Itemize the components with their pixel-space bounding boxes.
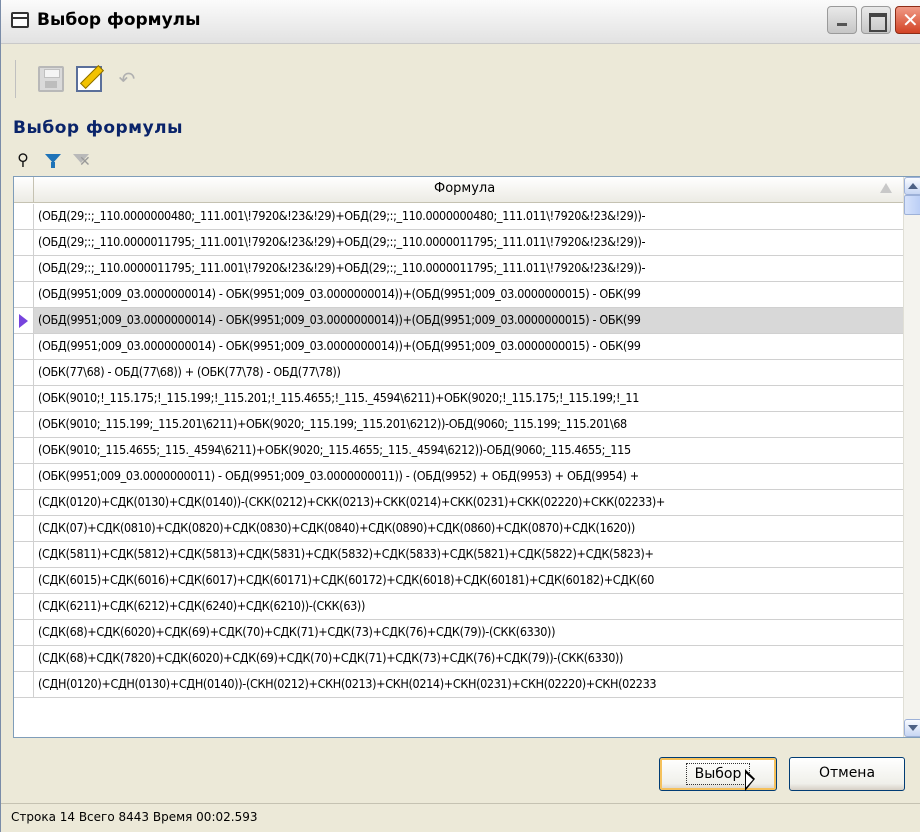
- table-row[interactable]: (ОБД(29;:;_110.0000011795;_111.001\!7920…: [14, 256, 903, 282]
- window-title: Выбор формулы: [37, 10, 201, 30]
- toolbar: ↶: [15, 60, 919, 98]
- row-indicator[interactable]: [14, 438, 34, 463]
- formula-select-window: Выбор формулы ✕ ↶ Выбор формулы ⚲ Формул…: [0, 0, 920, 832]
- formula-cell[interactable]: (СДК(07)+СДК(0810)+СДК(0820)+СДК(0830)+С…: [38, 520, 635, 535]
- undo-icon[interactable]: ↶: [114, 66, 140, 92]
- select-button-label: Выбор: [685, 763, 751, 785]
- row-indicator[interactable]: [14, 256, 34, 281]
- row-indicator[interactable]: [14, 308, 34, 333]
- formula-cell[interactable]: (СДК(68)+СДК(6020)+СДК(69)+СДК(70)+СДК(7…: [38, 624, 555, 639]
- row-indicator[interactable]: [14, 360, 34, 385]
- save-icon[interactable]: [38, 66, 64, 92]
- current-row-arrow-icon: [19, 314, 28, 328]
- edit-icon[interactable]: [76, 66, 102, 92]
- row-indicator[interactable]: [14, 204, 34, 229]
- formula-cell[interactable]: (ОБД(29;:;_110.0000011795;_111.001\!7920…: [38, 234, 646, 249]
- formula-cell[interactable]: (ОБК(9010;_115.4655;_115._4594\6211)+ОБК…: [38, 442, 631, 457]
- row-indicator[interactable]: [14, 490, 34, 515]
- formula-cell[interactable]: (СДК(0120)+СДК(0130)+СДК(0140))-(СКК(021…: [38, 494, 665, 509]
- formula-cell[interactable]: (СДК(5811)+СДК(5812)+СДК(5813)+СДК(5831)…: [38, 546, 654, 561]
- status-bar: Строка 14 Всего 8443 Время 00:02.593: [1, 803, 920, 832]
- row-indicator[interactable]: [14, 542, 34, 567]
- row-indicator[interactable]: [14, 594, 34, 619]
- row-indicator[interactable]: [14, 230, 34, 255]
- column-header-formula[interactable]: Формула: [434, 181, 495, 196]
- table-row[interactable]: (СДН(0120)+СДН(0130)+СДН(0140))-(СКН(021…: [14, 672, 903, 698]
- formula-cell[interactable]: (ОБД(29;:;_110.0000011795;_111.001\!7920…: [38, 260, 646, 275]
- vertical-scrollbar[interactable]: [903, 177, 920, 737]
- row-indicator[interactable]: [14, 464, 34, 489]
- formula-cell[interactable]: (СДН(0120)+СДН(0130)+СДН(0140))-(СКН(021…: [38, 676, 657, 691]
- scroll-down-button[interactable]: [904, 719, 920, 737]
- table-row[interactable]: (СДК(07)+СДК(0810)+СДК(0820)+СДК(0830)+С…: [14, 516, 903, 542]
- table-row[interactable]: (ОБД(29;:;_110.0000011795;_111.001\!7920…: [14, 230, 903, 256]
- filter-icon[interactable]: [43, 150, 63, 170]
- formula-cell[interactable]: (ОБК(9010;!_115.175;!_115.199;!_115.201;…: [38, 390, 639, 405]
- row-indicator[interactable]: [14, 334, 34, 359]
- formula-cell[interactable]: (ОБД(9951;009_03.0000000014) - ОБК(9951;…: [38, 286, 641, 301]
- minimize-button[interactable]: [827, 6, 857, 34]
- title-bar: Выбор формулы ✕: [1, 0, 920, 44]
- sort-ascending-icon[interactable]: [880, 183, 892, 193]
- table-row[interactable]: (ОБК(9010;_115.199;_115.201\6211)+ОБК(90…: [14, 412, 903, 438]
- table-row[interactable]: (ОБД(9951;009_03.0000000014) - ОБК(9951;…: [14, 282, 903, 308]
- status-text: Строка 14 Всего 8443 Время 00:02.593: [11, 810, 258, 824]
- formula-cell[interactable]: (ОБК(9951;009_03.0000000011) - ОБД(9951;…: [38, 468, 639, 483]
- table-row[interactable]: (СДК(6015)+СДК(6016)+СДК(6017)+СДК(60171…: [14, 568, 903, 594]
- row-indicator[interactable]: [14, 412, 34, 437]
- row-indicator[interactable]: [14, 386, 34, 411]
- row-indicator[interactable]: [14, 646, 34, 671]
- table-row[interactable]: (ОБК(9010;!_115.175;!_115.199;!_115.201;…: [14, 386, 903, 412]
- table-row[interactable]: (ОБД(29;:;_110.0000000480;_111.001\!7920…: [14, 204, 903, 230]
- window-icon: [11, 12, 29, 28]
- table-row[interactable]: (ОБК(9010;_115.4655;_115._4594\6211)+ОБК…: [14, 438, 903, 464]
- formula-cell[interactable]: (ОБД(29;:;_110.0000000480;_111.001\!7920…: [38, 208, 646, 223]
- row-indicator[interactable]: [14, 516, 34, 541]
- scroll-up-button[interactable]: [904, 177, 920, 195]
- formula-cell[interactable]: (СДК(6015)+СДК(6016)+СДК(6017)+СДК(60171…: [38, 572, 654, 587]
- grid-rows: (ОБД(29;:;_110.0000000480;_111.001\!7920…: [14, 204, 903, 698]
- table-row[interactable]: (СДК(68)+СДК(6020)+СДК(69)+СДК(70)+СДК(7…: [14, 620, 903, 646]
- row-indicator[interactable]: [14, 672, 34, 697]
- table-row[interactable]: (ОБК(9951;009_03.0000000011) - ОБД(9951;…: [14, 464, 903, 490]
- select-button[interactable]: Выбор: [659, 757, 777, 791]
- row-indicator[interactable]: [14, 620, 34, 645]
- scroll-thumb[interactable]: [904, 195, 920, 215]
- row-indicator[interactable]: [14, 568, 34, 593]
- formula-cell[interactable]: (СДК(68)+СДК(7820)+СДК(6020)+СДК(69)+СДК…: [38, 650, 623, 665]
- section-title: Выбор формулы: [13, 118, 183, 138]
- row-indicator-header: [14, 177, 34, 203]
- formula-grid[interactable]: Формула (ОБД(29;:;_110.0000000480;_111.0…: [13, 176, 920, 738]
- clear-filter-icon[interactable]: [71, 150, 91, 172]
- table-row[interactable]: (СДК(0120)+СДК(0130)+СДК(0140))-(СКК(021…: [14, 490, 903, 516]
- maximize-button[interactable]: [861, 6, 891, 34]
- table-row[interactable]: (СДК(6211)+СДК(6212)+СДК(6240)+СДК(6210)…: [14, 594, 903, 620]
- table-row[interactable]: (СДК(5811)+СДК(5812)+СДК(5813)+СДК(5831)…: [14, 542, 903, 568]
- find-binoculars-icon[interactable]: ⚲: [13, 150, 33, 170]
- formula-cell[interactable]: (ОБК(9010;_115.199;_115.201\6211)+ОБК(90…: [38, 416, 627, 431]
- formula-cell[interactable]: (ОБК(77\68) - ОБД(77\68)) + (ОБК(77\78) …: [38, 364, 341, 379]
- formula-cell[interactable]: (ОБД(9951;009_03.0000000014) - ОБК(9951;…: [38, 312, 641, 327]
- close-button[interactable]: ✕: [895, 6, 920, 34]
- formula-cell[interactable]: (СДК(6211)+СДК(6212)+СДК(6240)+СДК(6210)…: [38, 598, 365, 613]
- row-indicator[interactable]: [14, 282, 34, 307]
- formula-cell[interactable]: (ОБД(9951;009_03.0000000014) - ОБК(9951;…: [38, 338, 641, 353]
- table-row[interactable]: (ОБД(9951;009_03.0000000014) - ОБК(9951;…: [14, 334, 903, 360]
- table-row[interactable]: (СДК(68)+СДК(7820)+СДК(6020)+СДК(69)+СДК…: [14, 646, 903, 672]
- table-row[interactable]: (ОБД(9951;009_03.0000000014) - ОБК(9951;…: [14, 308, 903, 334]
- table-row[interactable]: (ОБК(77\68) - ОБД(77\68)) + (ОБК(77\78) …: [14, 360, 903, 386]
- close-icon: ✕: [902, 8, 919, 32]
- grid-header: Формула: [14, 177, 903, 203]
- cancel-button[interactable]: Отмена: [789, 757, 905, 791]
